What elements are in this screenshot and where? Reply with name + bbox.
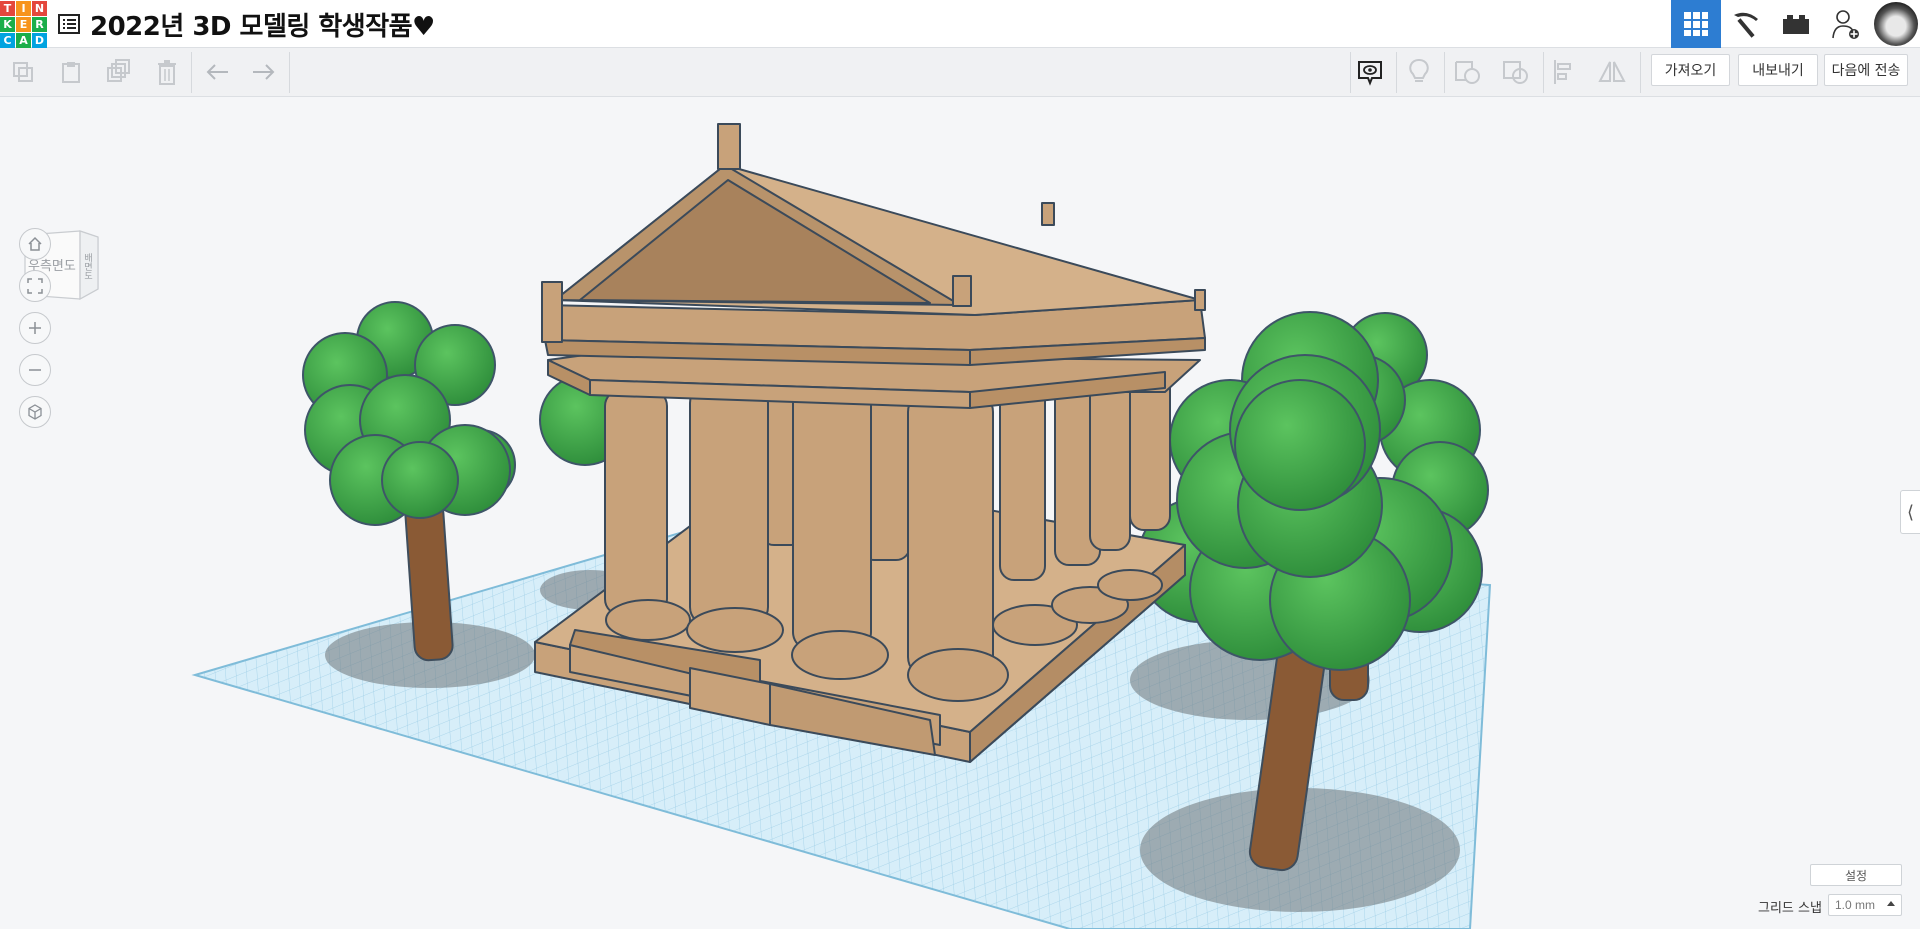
logo-letter: D [32,33,47,48]
toolbar-divider [289,52,290,93]
logo-letter: R [32,17,47,32]
toolbar-divider [191,52,192,93]
settings-button[interactable]: 설정 [1810,864,1902,886]
toolbar-divider [1444,52,1445,93]
bulb-icon [1409,58,1429,82]
design-title-area: 2022년 3D 모델링 학생작품♥ [58,6,435,43]
undo-icon [206,64,228,80]
notes-icon [1358,61,1382,86]
nav-invite-user[interactable] [1821,0,1871,48]
toolbar-divider [1640,52,1641,93]
paste-button[interactable] [55,56,87,88]
zoom-out-icon [29,369,41,371]
logo-letter: I [16,1,31,16]
toolbar-divider [1350,52,1351,93]
caret-up-icon [1887,901,1895,906]
delete-button[interactable] [151,56,183,88]
brick-icon [1783,15,1809,34]
notes-button[interactable] [1354,56,1386,88]
duplicate-button[interactable] [103,56,135,88]
design-title[interactable]: 2022년 3D 모델링 학생작품♥ [90,6,435,43]
zoom-out-button[interactable] [19,354,51,386]
copy-icon [13,62,33,82]
mirror-icon [1598,61,1626,82]
trash-icon [158,60,176,85]
chevron-left-icon: ⟨ [1906,501,1915,522]
perspective-button[interactable] [19,396,51,428]
copy-button[interactable] [7,56,39,88]
pickaxe-icon [1734,12,1758,38]
home-icon [28,236,42,251]
edit-toolbar: 가져오기 내보내기 다음에 전송 [0,48,1920,97]
import-button[interactable]: 가져오기 [1651,54,1730,86]
duplicate-icon [107,59,130,82]
3d-workplane-viewport[interactable]: 우측면도 배면도 ⟨ 설정 그리드 스냅 1.0 mm [0,97,1920,929]
export-button[interactable]: 내보내기 [1738,54,1818,86]
nav-3d-design[interactable] [1671,0,1721,48]
group-button[interactable] [1500,56,1532,88]
logo-letter: E [16,17,31,32]
shape-icon [1455,61,1480,84]
top-bar: TIN KER CAD 2022년 3D 모델링 학생작품♥ [0,0,1920,48]
design-list-icon[interactable] [58,14,80,34]
group-icon [1503,61,1528,84]
align-icon [1554,60,1571,84]
nav-minecraft[interactable] [1721,0,1771,48]
toolbar-divider [1396,52,1397,93]
nav-bricks[interactable] [1771,0,1821,48]
nav-profile[interactable] [1871,0,1920,48]
grid-snap-label: 그리드 스냅 [1758,901,1822,916]
logo-letter: K [0,17,15,32]
perspective-icon [28,404,42,420]
mirror-button[interactable] [1596,56,1628,88]
redo-icon [253,64,275,80]
home-view-button[interactable] [19,228,51,260]
view-cube-side-label[interactable]: 배면도 [81,253,94,280]
logo-letter: C [0,33,15,48]
undo-button[interactable] [202,56,234,88]
add-user-icon [1832,10,1859,39]
tinkercad-logo[interactable]: TIN KER CAD [0,1,47,48]
grid-snap-select[interactable]: 1.0 mm [1828,894,1902,916]
zoom-in-icon [29,322,41,334]
grid-snap-value: 1.0 mm [1835,898,1876,912]
align-button[interactable] [1548,56,1580,88]
collapse-panel-button[interactable]: ⟨ [1900,490,1920,534]
logo-letter: N [32,1,47,16]
scene[interactable] [0,97,1920,929]
grid-icon [1684,12,1708,36]
redo-button[interactable] [247,56,279,88]
logo-letter: A [16,33,31,48]
shape-button[interactable] [1452,56,1484,88]
fit-icon [27,278,43,294]
logo-letter: T [0,1,15,16]
toolbar-divider [1543,52,1544,93]
zoom-in-button[interactable] [19,312,51,344]
avatar [1873,2,1918,46]
light-button[interactable] [1403,56,1435,88]
fit-view-button[interactable] [19,270,51,302]
paste-icon [62,62,80,83]
send-to-button[interactable]: 다음에 전송 [1824,54,1908,86]
